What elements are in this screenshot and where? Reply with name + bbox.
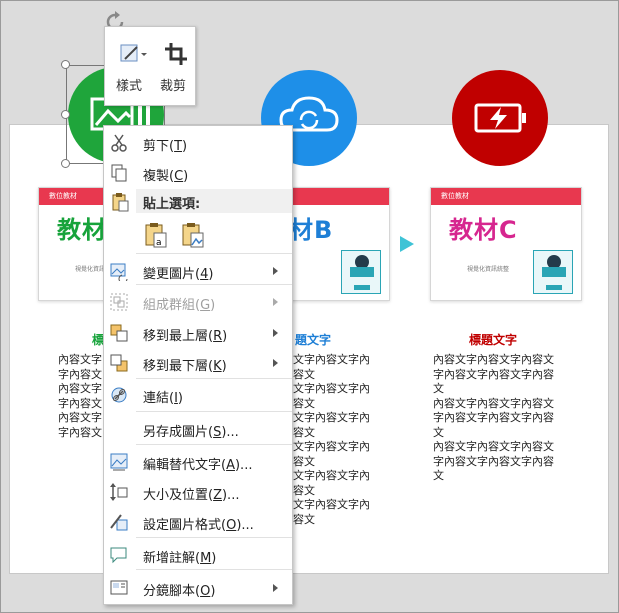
mini-toolbar: 樣式 裁剪 (104, 26, 196, 106)
slide-canvas[interactable]: 數位教材 教材 視覺化資訊統整 數位教材 材B 數位教材 教材C 視覺化資訊統整… (9, 124, 609, 574)
menu-item-format-picture[interactable]: 設定圖片格式(O)... (104, 507, 292, 537)
card-subtitle: 視覺化資訊統整 (467, 266, 510, 273)
menu-item-copy[interactable]: 複製(C) (104, 158, 292, 188)
menu-item-label: 分鏡腳本(O) (143, 584, 216, 599)
menu-item-bring-to-front[interactable]: 移到最上層(R) (104, 318, 292, 348)
svg-text:a: a (156, 238, 162, 248)
menu-item-link[interactable]: 連結(I) (104, 380, 292, 410)
paste-clipboard-icon (112, 193, 129, 212)
menu-item-label: 大小及位置(Z)... (143, 488, 240, 503)
send-to-back-icon (110, 354, 128, 372)
menu-item-alt-text[interactable]: 編輯替代文字(A)... (104, 447, 292, 477)
link-icon (111, 387, 127, 403)
paste-options-label: 貼上選項: (143, 197, 201, 212)
resize-handle-bottom-left[interactable] (61, 159, 70, 168)
alt-text-icon (110, 453, 128, 471)
menu-separator (136, 444, 292, 445)
style-label: 樣式 (115, 79, 142, 94)
card-thumbnail (341, 250, 381, 294)
menu-item-label: 移到最上層(R) (143, 329, 228, 344)
change-picture-icon (110, 263, 128, 281)
crop-icon (165, 43, 187, 65)
menu-separator (136, 537, 292, 538)
new-comment-icon (110, 547, 127, 564)
menu-item-label: 連結(I) (143, 391, 183, 406)
paste-keep-text-icon[interactable]: a (142, 221, 170, 249)
menu-item-label: 編輯替代文字(A)... (143, 458, 253, 473)
menu-item-scissors[interactable]: 剪下(T) (104, 128, 292, 158)
menu-separator (136, 378, 292, 379)
context-menu: 貼上選項: a 剪下(T) 複製(C) 變更圖片(4) 組成群組(G) 移到最上層(R)… (103, 125, 293, 605)
menu-item-label: 變更圖片(4) (143, 267, 214, 282)
column-body-middle: 文字內容文字內容文 文字內容文字內容文 文字內容文字內容文 文字內容文字內容文 … (293, 353, 370, 526)
arrow-right-icon (400, 236, 414, 252)
card-heading: 教材 (57, 216, 107, 244)
menu-item-label: 複製(C) (143, 169, 189, 184)
paste-picture-icon[interactable] (179, 221, 207, 249)
menu-item-label: 組成群組(G) (143, 298, 216, 313)
submenu-arrow-icon (273, 298, 278, 306)
group-icon (110, 293, 128, 311)
battery-charging-icon (474, 103, 526, 133)
menu-item-group[interactable]: 組成群組(G) (104, 287, 292, 317)
paste-options-header: 貼上選項: (136, 189, 292, 213)
column-title-middle: 題文字 (295, 333, 332, 347)
menu-item-label: 另存成圖片(S)... (143, 425, 239, 440)
card-heading: 教材C (449, 216, 518, 244)
style-button[interactable]: 樣式 (109, 35, 149, 99)
storyboard-icon (110, 580, 128, 595)
card-heading: 材B (289, 216, 334, 244)
submenu-arrow-icon (273, 329, 278, 337)
menu-item-change-picture[interactable]: 變更圖片(4) (104, 256, 292, 286)
column-title-right: 標題文字 (469, 333, 518, 347)
menu-item-storyboard[interactable]: 分鏡腳本(O) (104, 573, 292, 603)
resize-handle-left[interactable] (61, 110, 70, 119)
submenu-arrow-icon (273, 584, 278, 592)
menu-item-size-position[interactable]: 大小及位置(Z)... (104, 477, 292, 507)
menu-item-label: 移到最下層(K) (143, 359, 227, 374)
crop-label: 裁剪 (159, 79, 186, 94)
copy-icon (111, 164, 127, 182)
size-position-icon (110, 483, 128, 501)
menu-separator (136, 253, 292, 254)
style-brush-icon (120, 44, 147, 62)
crop-button[interactable]: 裁剪 (153, 35, 193, 99)
scissors-icon (111, 134, 127, 152)
menu-item-label: 設定圖片格式(O)... (143, 518, 254, 533)
card-thumbnail (533, 250, 573, 294)
menu-item-label: 剪下(T) (143, 139, 188, 154)
submenu-arrow-icon (273, 267, 278, 275)
column-body-right: 內容文字內容文字內容文 字內容文字內容文字內容文 內容文字內容文字內容文 字內容… (433, 353, 554, 482)
card-banner: 數位教材 (431, 188, 581, 205)
menu-item-label: 新增註解(M) (143, 551, 217, 566)
menu-item-send-to-back[interactable]: 移到最下層(K) (104, 348, 292, 378)
format-picture-icon (110, 514, 128, 531)
battery-circle[interactable] (452, 70, 548, 166)
menu-item-new-comment[interactable]: 新增註解(M) (104, 540, 292, 570)
card-c[interactable]: 數位教材 教材C 視覺化資訊統整 (430, 187, 582, 301)
menu-separator (136, 411, 292, 412)
menu-item-save-as-picture[interactable]: 另存成圖片(S)... (104, 414, 292, 444)
bring-to-front-icon (110, 324, 128, 342)
submenu-arrow-icon (273, 359, 278, 367)
resize-handle-top-left[interactable] (61, 60, 70, 69)
